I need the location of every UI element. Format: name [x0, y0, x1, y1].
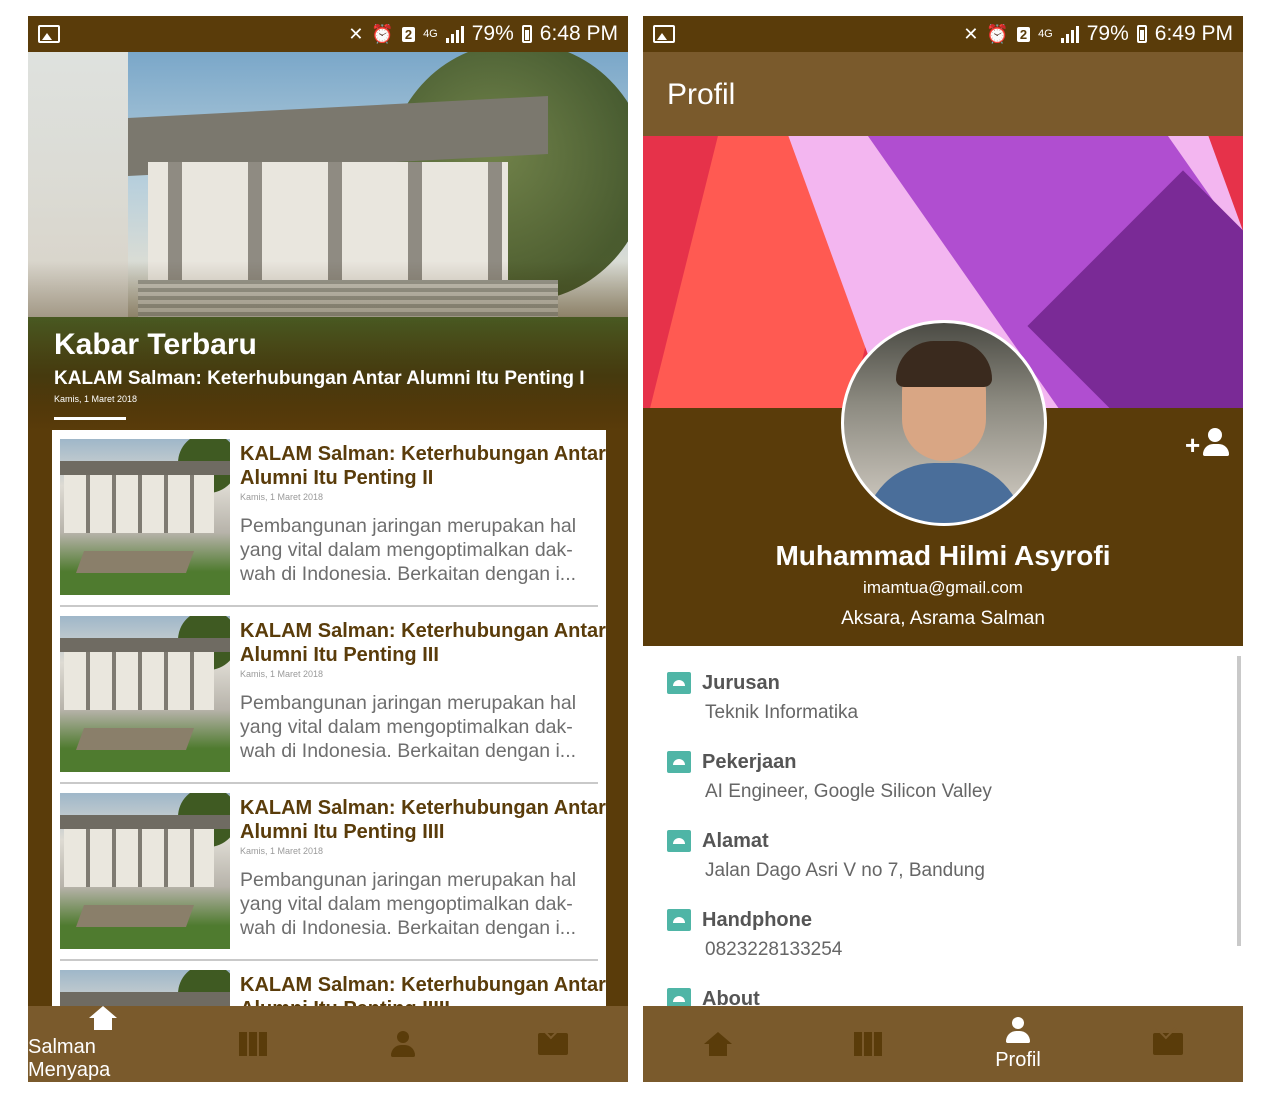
- map-icon: [239, 1032, 267, 1056]
- detail-label: About: [702, 988, 760, 1006]
- battery-percent: 79%: [1086, 22, 1129, 45]
- status-bar: ✕ ⏰ 2 4G 79% 6:49 PM: [643, 16, 1243, 52]
- hero-date: Kamis, 1 Maret 2018: [54, 394, 138, 404]
- profile-details-list[interactable]: Jurusan Teknik Informatika Pekerjaan AI …: [643, 646, 1243, 1006]
- news-excerpt: Pembangunan jaringan merupakan hal yang …: [240, 692, 577, 762]
- home-icon: [704, 1032, 732, 1056]
- page-title: Profil: [667, 78, 736, 111]
- android-icon: [667, 909, 691, 931]
- android-icon: [667, 672, 691, 694]
- news-list[interactable]: KALAM Salman: Keterhubungan Antar Alumni…: [52, 430, 606, 1020]
- news-date: Kamis, 1 Maret 2018: [240, 846, 324, 856]
- nav-map[interactable]: [793, 1006, 943, 1082]
- profile-email: imamtua@gmail.com: [863, 578, 1023, 597]
- profile-affiliation: Aksara, Asrama Salman: [841, 608, 1045, 629]
- nav-label: Salman Menyapa: [28, 1036, 111, 1081]
- phone-salman-menyapa: ✕ ⏰ 2 4G 79% 6:48 PM Kabar Terbaru KALAM…: [28, 16, 628, 1082]
- nav-label: Profil: [995, 1048, 1041, 1071]
- android-icon: [667, 751, 691, 773]
- news-thumbnail: [60, 439, 230, 595]
- home-icon: [89, 1006, 117, 1030]
- nav-profile[interactable]: Profil: [943, 1006, 1093, 1082]
- clock: 6:49 PM: [1154, 22, 1233, 45]
- android-icon: [667, 830, 691, 852]
- nav-salman-menyapa[interactable]: [643, 1006, 793, 1082]
- nav-salman-menyapa[interactable]: Salman Menyapa: [28, 1006, 178, 1082]
- detail-label: Pekerjaan: [702, 751, 797, 773]
- battery-percent: 79%: [471, 22, 514, 45]
- person-icon: [391, 1031, 415, 1057]
- nav-map[interactable]: [178, 1006, 328, 1082]
- detail-alamat: Alamat Jalan Dago Asri V no 7, Bandung: [643, 804, 1243, 883]
- news-title: KALAM Salman: Keterhubungan Antar Alumni…: [240, 620, 606, 666]
- carousel-indicator: [54, 417, 126, 420]
- detail-label: Jurusan: [702, 672, 780, 694]
- news-item[interactable]: KALAM Salman: Keterhubungan Antar Alumni…: [60, 430, 606, 607]
- gallery-notification-icon: [38, 25, 60, 43]
- news-item[interactable]: KALAM Salman: Keterhubungan Antar Alumni…: [60, 784, 606, 961]
- detail-value: 0823228133254: [705, 939, 843, 960]
- battery-icon: [1136, 25, 1147, 43]
- alarm-icon: ⏰: [371, 23, 394, 44]
- mail-icon: [538, 1033, 568, 1055]
- signal-icon: [1060, 25, 1079, 43]
- avatar[interactable]: [841, 320, 1047, 526]
- bottom-navigation: Salman Menyapa: [28, 1006, 628, 1082]
- mute-icon: ✕: [963, 23, 979, 44]
- clock: 6:48 PM: [539, 22, 618, 45]
- status-bar: ✕ ⏰ 2 4G 79% 6:48 PM: [28, 16, 628, 52]
- nav-profile[interactable]: [328, 1006, 478, 1082]
- news-title: KALAM Salman: Keterhubungan Antar Alumni…: [240, 797, 606, 843]
- profile-name: Muhammad Hilmi Asyrofi: [775, 540, 1111, 571]
- android-icon: [667, 988, 691, 1006]
- detail-about: About: [643, 962, 1243, 1006]
- hero-subtitle: KALAM Salman: Keterhubungan Antar Alumni…: [54, 368, 585, 389]
- add-friend-button[interactable]: +: [1185, 428, 1229, 460]
- sim-badge: 2: [401, 26, 416, 42]
- nav-mail[interactable]: [478, 1006, 628, 1082]
- plus-icon: +: [1185, 430, 1201, 460]
- detail-value: Teknik Informatika: [705, 702, 859, 723]
- network-type: 4G: [1038, 28, 1053, 40]
- signal-icon: [445, 25, 464, 43]
- gallery-notification-icon: [653, 25, 675, 43]
- mail-icon: [1153, 1033, 1183, 1055]
- mute-icon: ✕: [348, 23, 364, 44]
- hero-banner[interactable]: Kabar Terbaru KALAM Salman: Keterhubunga…: [28, 52, 628, 432]
- phone-profil: ✕ ⏰ 2 4G 79% 6:49 PM Profil + Muhammad H…: [643, 16, 1243, 1082]
- news-thumbnail: [60, 793, 230, 949]
- hero-title: Kabar Terbaru: [54, 328, 257, 361]
- sim-badge: 2: [1016, 26, 1031, 42]
- app-bar: Profil: [643, 52, 1243, 136]
- news-date: Kamis, 1 Maret 2018: [240, 492, 324, 502]
- news-thumbnail: [60, 616, 230, 772]
- detail-label: Alamat: [702, 830, 769, 852]
- detail-pekerjaan: Pekerjaan AI Engineer, Google Silicon Va…: [643, 725, 1243, 804]
- detail-jurusan: Jurusan Teknik Informatika: [643, 646, 1243, 725]
- news-date: Kamis, 1 Maret 2018: [240, 669, 324, 679]
- detail-value: Jalan Dago Asri V no 7, Bandung: [705, 860, 985, 881]
- alarm-icon: ⏰: [986, 23, 1009, 44]
- news-item[interactable]: KALAM Salman: Keterhubungan Antar Alumni…: [60, 607, 606, 784]
- person-add-icon: [1203, 428, 1229, 458]
- scrollbar[interactable]: [1237, 656, 1241, 946]
- battery-icon: [521, 25, 532, 43]
- news-title: KALAM Salman: Keterhubungan Antar Alumni…: [240, 443, 606, 489]
- bottom-navigation: Profil: [643, 1006, 1243, 1082]
- network-type: 4G: [423, 28, 438, 40]
- detail-value: AI Engineer, Google Silicon Valley: [705, 781, 992, 802]
- nav-mail[interactable]: [1093, 1006, 1243, 1082]
- news-excerpt: Pembangunan jaringan merupakan hal yang …: [240, 869, 577, 939]
- map-icon: [854, 1032, 882, 1056]
- detail-label: Handphone: [702, 909, 812, 931]
- person-icon: [1006, 1016, 1030, 1043]
- detail-handphone: Handphone 0823228133254: [643, 883, 1243, 962]
- news-excerpt: Pembangunan jaringan merupakan hal yang …: [240, 515, 577, 585]
